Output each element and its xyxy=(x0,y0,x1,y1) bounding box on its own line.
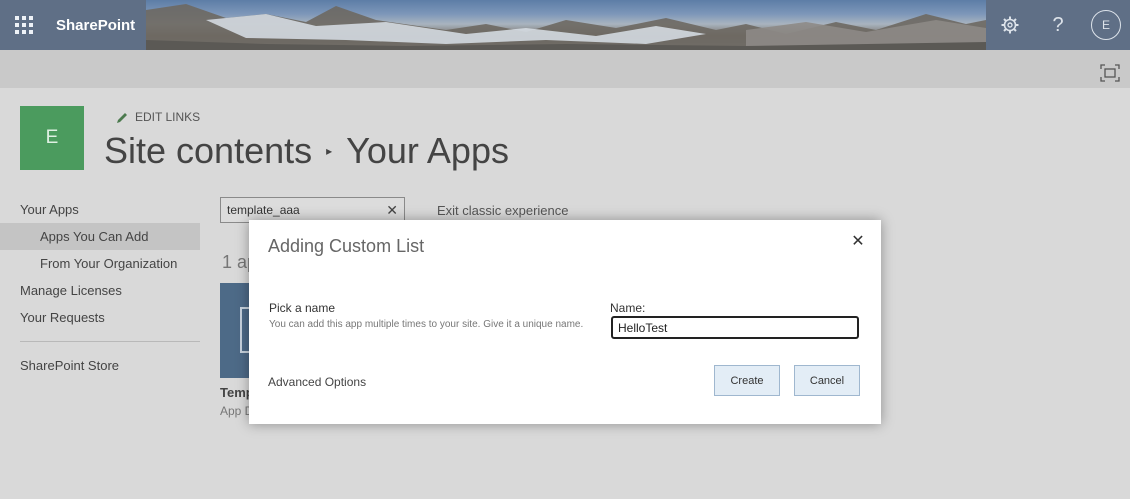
breadcrumb-arrow-icon: ▸ xyxy=(326,144,333,158)
breadcrumb-current: Your Apps xyxy=(346,130,509,171)
nav-item-your-apps[interactable]: Your Apps xyxy=(0,196,200,223)
nav-item-your-requests[interactable]: Your Requests xyxy=(0,304,200,331)
app-launcher-button[interactable] xyxy=(0,0,48,50)
account-button[interactable]: E xyxy=(1082,0,1130,50)
suite-right-panel: ? E xyxy=(986,0,1130,50)
adding-custom-list-dialog: Adding Custom List ✕ Pick a name You can… xyxy=(249,220,881,424)
app-name-link[interactable]: SharePoint xyxy=(48,0,146,50)
edit-links-label: EDIT LINKS xyxy=(135,110,201,124)
help-icon: ? xyxy=(1052,13,1064,36)
theme-banner-image xyxy=(146,0,986,50)
nav-item-manage-licenses[interactable]: Manage Licenses xyxy=(0,277,200,304)
pick-a-name-label: Pick a name xyxy=(269,301,336,315)
waffle-icon xyxy=(15,16,33,34)
pencil-icon xyxy=(117,112,127,123)
settings-button[interactable] xyxy=(986,0,1034,50)
create-button[interactable]: Create xyxy=(714,365,780,396)
site-logo[interactable]: E xyxy=(20,106,84,170)
page-title: Site contents ▸ Your Apps xyxy=(104,130,509,172)
edit-links-button[interactable]: EDIT LINKS xyxy=(116,110,200,124)
nav-item-apps-you-can-add[interactable]: Apps You Can Add xyxy=(0,223,200,250)
clear-search-icon[interactable]: ✕ xyxy=(386,202,398,219)
nav-item-sharepoint-store[interactable]: SharePoint Store xyxy=(0,352,200,379)
pick-a-name-help-text: You can add this app multiple times to y… xyxy=(269,319,584,330)
search-input[interactable] xyxy=(227,203,377,217)
gear-icon xyxy=(1001,16,1019,34)
close-icon[interactable]: ✕ xyxy=(849,232,867,250)
fullscreen-icon xyxy=(1100,64,1120,82)
ribbon-bar xyxy=(0,50,1130,88)
dialog-title: Adding Custom List xyxy=(268,236,425,256)
nav-item-from-your-organization[interactable]: From Your Organization xyxy=(0,250,200,277)
name-input[interactable] xyxy=(611,316,859,339)
advanced-options-link[interactable]: Advanced Options xyxy=(268,375,366,389)
breadcrumb-site-contents[interactable]: Site contents xyxy=(104,130,312,172)
name-field-label: Name: xyxy=(610,301,646,315)
help-button[interactable]: ? xyxy=(1034,0,1082,50)
exit-classic-experience-link[interactable]: Exit classic experience xyxy=(437,203,569,218)
avatar: E xyxy=(1091,10,1121,40)
nav-divider xyxy=(20,341,200,342)
cancel-button[interactable]: Cancel xyxy=(794,365,860,396)
focus-mode-button[interactable] xyxy=(1100,64,1120,82)
suite-bar: SharePoint ? E xyxy=(0,0,1130,50)
left-navigation: Your Apps Apps You Can Add From Your Org… xyxy=(0,196,200,379)
